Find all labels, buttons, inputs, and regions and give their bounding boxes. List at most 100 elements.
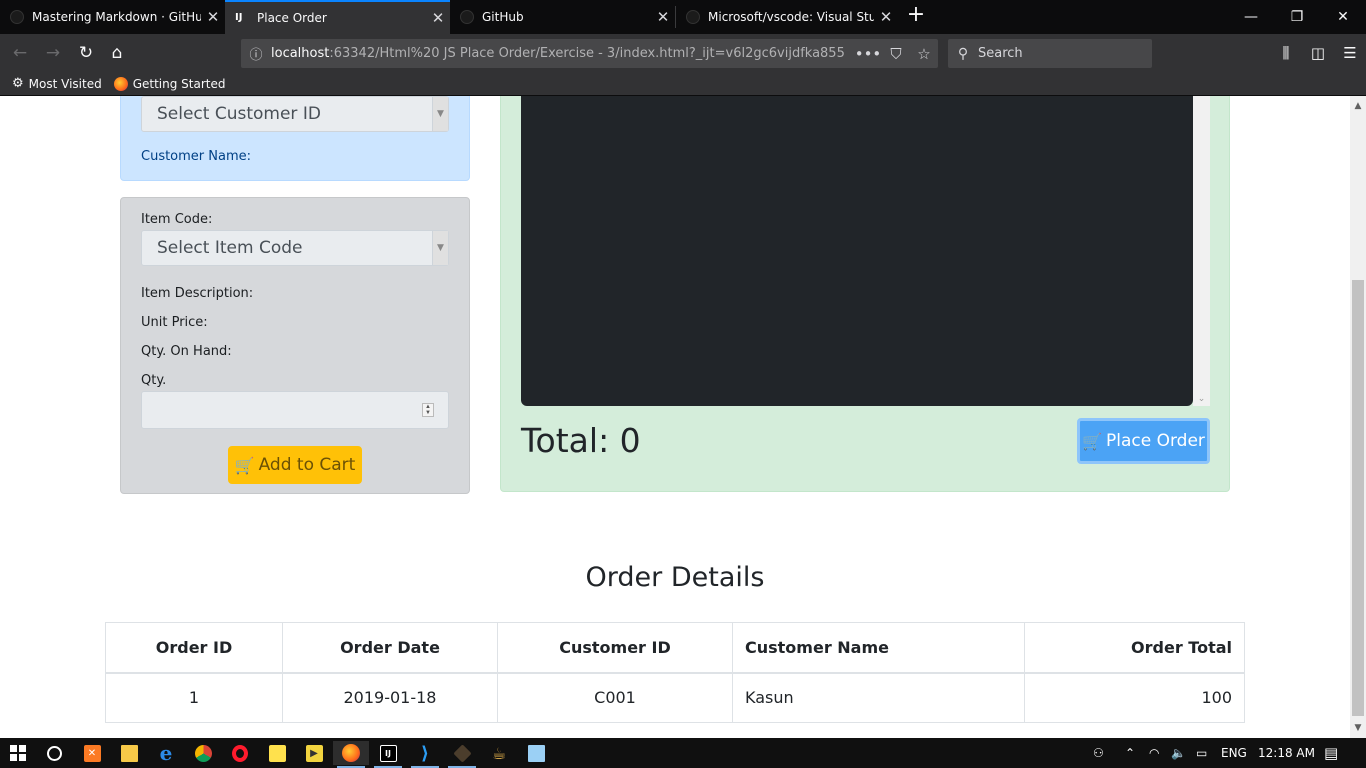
customer-id-select[interactable]: Select Customer ID ▼: [141, 96, 449, 132]
bookmark-label: Most Visited: [28, 76, 102, 91]
close-icon[interactable]: ✕: [426, 9, 450, 27]
toolbar-right: ⫼ ◫ ☰: [1270, 40, 1366, 66]
cart-icon: 🛒: [234, 455, 255, 475]
info-icon[interactable]: ⓘ: [241, 44, 271, 63]
volume-icon[interactable]: 🔈: [1171, 738, 1186, 768]
place-order-button[interactable]: 🛒 Place Order: [1077, 418, 1210, 464]
chevron-down-icon[interactable]: ▼: [1350, 720, 1366, 736]
minimize-button[interactable]: —: [1228, 0, 1274, 34]
language-indicator[interactable]: ENG: [1221, 738, 1247, 768]
qty-on-hand-label: Qty. On Hand:: [141, 344, 232, 359]
page-scrollbar[interactable]: ▲ ▼: [1350, 96, 1366, 738]
cart-scrollbar[interactable]: ⌄: [1193, 96, 1210, 406]
opera-icon[interactable]: [222, 741, 258, 765]
qty-label: Qty.: [141, 373, 167, 388]
order-details-table: Order ID Order Date Customer ID Customer…: [105, 622, 1245, 723]
reload-button[interactable]: ↻: [73, 40, 99, 66]
windows-start-icon[interactable]: [0, 741, 36, 765]
page-viewport: Select Customer ID ▼ Customer Name: Item…: [0, 96, 1350, 738]
battery-icon[interactable]: ▭: [1196, 738, 1207, 768]
qty-input[interactable]: ▲ ▼: [141, 391, 449, 429]
close-icon[interactable]: ✕: [874, 8, 898, 26]
wifi-icon[interactable]: ◠: [1149, 738, 1159, 768]
tab-title: GitHub: [482, 10, 524, 24]
bookmark-most-visited[interactable]: ⚙ Most Visited: [12, 76, 102, 91]
customer-name-label: Customer Name:: [141, 149, 252, 164]
url-host: localhost: [271, 46, 330, 61]
tab-title: Mastering Markdown · GitHub: [32, 10, 201, 24]
restore-button[interactable]: ❐: [1274, 0, 1320, 34]
new-tab-button[interactable]: +: [904, 4, 928, 28]
forward-button[interactable]: →: [40, 40, 66, 66]
chevron-down-icon[interactable]: ⌄: [1193, 390, 1210, 406]
firefox-icon: [113, 76, 128, 91]
order-total: Total: 0: [521, 421, 641, 460]
app-icon[interactable]: ☕: [481, 741, 517, 765]
item-code-select[interactable]: Select Item Code ▼: [141, 230, 449, 266]
people-icon[interactable]: ⚇: [1093, 738, 1104, 768]
chevron-up-icon[interactable]: ▲: [1350, 98, 1366, 114]
pocket-icon[interactable]: ⛉: [882, 45, 910, 63]
cell-order-id: 1: [105, 672, 283, 723]
tab-vscode[interactable]: Microsoft/vscode: Visual Studio ✕: [676, 0, 898, 34]
home-button[interactable]: ⌂: [104, 40, 130, 66]
vscode-icon[interactable]: ⟩: [407, 741, 443, 768]
select-value: Select Customer ID: [157, 104, 321, 124]
table-row[interactable]: 1 2019-01-18 C001 Kasun 100: [105, 672, 1245, 723]
browser-tab-bar: Mastering Markdown · GitHub ✕ IJ Place O…: [0, 0, 1366, 34]
cortana-icon[interactable]: [36, 741, 72, 765]
header-order-id[interactable]: Order ID: [105, 622, 283, 674]
cell-customer-id: C001: [497, 672, 733, 723]
chevron-up-icon[interactable]: ⌃: [1125, 738, 1135, 768]
sidebar-icon[interactable]: ◫: [1302, 40, 1334, 66]
intellij-icon: IJ: [235, 12, 243, 23]
unit-price-label: Unit Price:: [141, 315, 208, 330]
intellij-taskbar-icon[interactable]: IJ: [370, 741, 406, 768]
search-bar[interactable]: ⚲: [948, 39, 1152, 68]
cell-customer-name: Kasun: [732, 672, 1025, 723]
tab-github[interactable]: GitHub ✕: [450, 0, 675, 34]
menu-icon[interactable]: ☰: [1334, 40, 1366, 66]
number-spinner-icon[interactable]: ▲ ▼: [422, 403, 434, 417]
library-icon[interactable]: ⫼: [1270, 40, 1302, 66]
item-code-label: Item Code:: [141, 212, 213, 227]
cell-order-total: 100: [1024, 672, 1245, 723]
xampp-icon[interactable]: ✕: [74, 741, 110, 765]
item-panel: Item Code: Select Item Code ▼ Item Descr…: [120, 197, 470, 494]
close-icon[interactable]: ✕: [651, 8, 675, 26]
window-close-button[interactable]: ✕: [1320, 0, 1366, 34]
table-header-row: Order ID Order Date Customer ID Customer…: [105, 622, 1245, 674]
order-details-title: Order Details: [585, 562, 765, 593]
github-icon: [686, 10, 700, 24]
header-order-total[interactable]: Order Total: [1024, 622, 1245, 674]
add-to-cart-button[interactable]: 🛒 Add to Cart: [228, 446, 362, 484]
firefox-taskbar-icon[interactable]: [333, 741, 369, 768]
back-button[interactable]: ←: [7, 40, 33, 66]
page-actions-icon[interactable]: •••: [854, 45, 882, 63]
address-bar[interactable]: ⓘ localhost:63342/Html%20 JS Place Order…: [241, 39, 938, 68]
tab-mastering-markdown[interactable]: Mastering Markdown · GitHub ✕: [0, 0, 225, 34]
bookmark-star-icon[interactable]: ☆: [910, 45, 938, 63]
edge-icon[interactable]: e: [148, 741, 184, 765]
search-input[interactable]: [978, 46, 1138, 61]
github-icon: [460, 10, 474, 24]
chrome-icon[interactable]: [185, 741, 221, 765]
url-text[interactable]: localhost:63342/Html%20 JS Place Order/E…: [271, 46, 846, 61]
url-actions: ••• ⛉ ☆: [854, 39, 938, 68]
header-customer-name[interactable]: Customer Name: [732, 622, 1025, 674]
sticky-notes-icon[interactable]: [259, 741, 295, 765]
scrollbar-thumb[interactable]: [1352, 280, 1364, 716]
git-icon[interactable]: [444, 741, 480, 768]
notepad-icon[interactable]: [518, 741, 554, 765]
close-icon[interactable]: ✕: [201, 8, 225, 26]
file-explorer-icon[interactable]: [111, 741, 147, 765]
header-order-date[interactable]: Order Date: [282, 622, 498, 674]
media-player-icon[interactable]: ▶: [296, 741, 332, 765]
chevron-down-icon: ▼: [432, 97, 448, 131]
clock[interactable]: 12:18 AM: [1258, 738, 1315, 768]
notifications-icon[interactable]: ▤: [1324, 738, 1338, 768]
item-description-label: Item Description:: [141, 286, 254, 301]
tab-place-order[interactable]: IJ Place Order ✕: [225, 0, 450, 34]
header-customer-id[interactable]: Customer ID: [497, 622, 733, 674]
bookmark-getting-started[interactable]: Getting Started: [113, 76, 225, 91]
